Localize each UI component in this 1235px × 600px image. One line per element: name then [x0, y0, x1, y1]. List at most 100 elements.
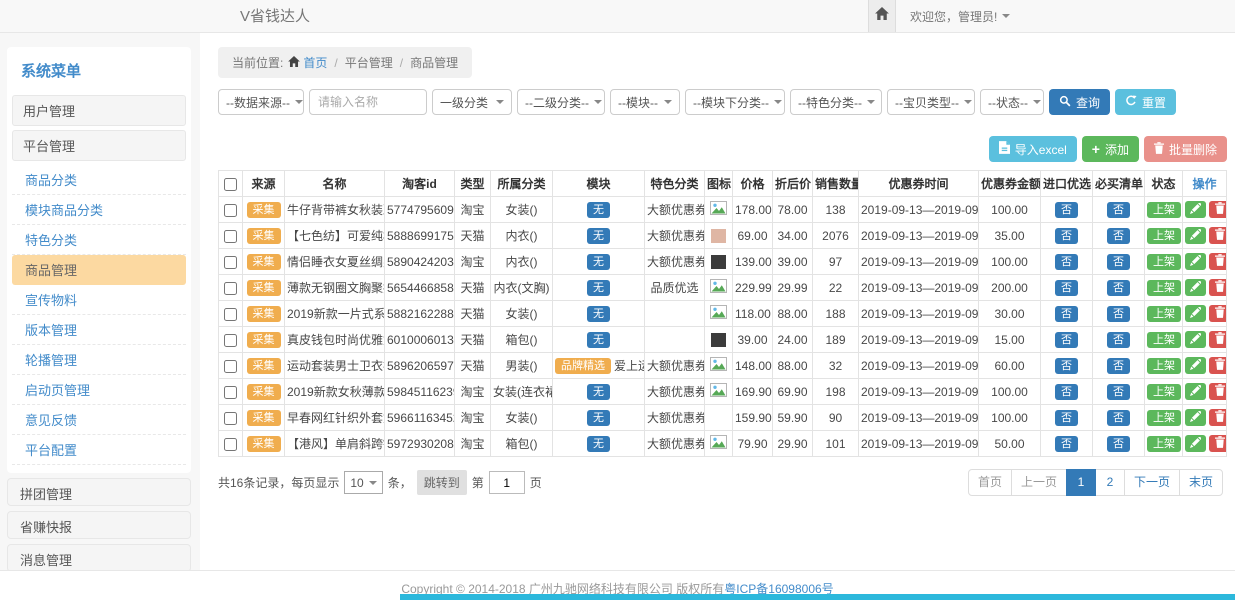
- sidebar-section-item[interactable]: 平台管理: [12, 130, 186, 161]
- sidebar-item-sub[interactable]: 轮播管理: [12, 345, 186, 375]
- page-button-下一页[interactable]: 下一页: [1124, 469, 1180, 496]
- edit-button[interactable]: [1185, 305, 1206, 322]
- must-buy-toggle-badge[interactable]: 否: [1107, 228, 1130, 244]
- row-checkbox[interactable]: [224, 308, 237, 321]
- status-badge[interactable]: 上架: [1147, 410, 1181, 426]
- jump-button[interactable]: 跳转到: [417, 470, 467, 495]
- import-excel-button[interactable]: 导入excel: [989, 136, 1077, 162]
- filter-select[interactable]: --模块--: [610, 89, 680, 115]
- row-checkbox[interactable]: [224, 230, 237, 243]
- row-checkbox[interactable]: [224, 282, 237, 295]
- filter-select[interactable]: 一级分类: [432, 89, 512, 115]
- filter-select[interactable]: --模块下分类--: [685, 89, 785, 115]
- edit-button[interactable]: [1185, 331, 1206, 348]
- status-badge[interactable]: 上架: [1147, 280, 1181, 296]
- row-checkbox[interactable]: [224, 360, 237, 373]
- row-checkbox[interactable]: [224, 334, 237, 347]
- imported-toggle-badge[interactable]: 否: [1055, 332, 1078, 348]
- delete-button[interactable]: [1209, 383, 1227, 400]
- filter-select[interactable]: --宝贝类型--: [887, 89, 975, 115]
- delete-button[interactable]: [1209, 227, 1227, 244]
- filter-select[interactable]: --二级分类--: [517, 89, 605, 115]
- sidebar-section-item[interactable]: 省赚快报: [7, 511, 191, 539]
- status-badge[interactable]: 上架: [1147, 228, 1181, 244]
- delete-button[interactable]: [1209, 279, 1227, 296]
- must-buy-toggle-badge[interactable]: 否: [1107, 410, 1130, 426]
- row-checkbox[interactable]: [224, 204, 237, 217]
- page-button-2[interactable]: 2: [1095, 469, 1125, 496]
- must-buy-toggle-badge[interactable]: 否: [1107, 254, 1130, 270]
- imported-toggle-badge[interactable]: 否: [1055, 254, 1078, 270]
- row-checkbox[interactable]: [224, 386, 237, 399]
- status-badge[interactable]: 上架: [1147, 254, 1181, 270]
- edit-button[interactable]: [1185, 409, 1206, 426]
- filter-select[interactable]: --特色分类--: [790, 89, 882, 115]
- jump-page-input[interactable]: [489, 471, 525, 494]
- search-button[interactable]: 查询: [1049, 89, 1110, 115]
- status-badge[interactable]: 上架: [1147, 202, 1181, 218]
- must-buy-toggle-badge[interactable]: 否: [1107, 384, 1130, 400]
- name-search-input[interactable]: [309, 89, 427, 115]
- imported-toggle-badge[interactable]: 否: [1055, 436, 1078, 452]
- sidebar-item-sub[interactable]: 模块商品分类: [12, 195, 186, 225]
- row-checkbox[interactable]: [224, 412, 237, 425]
- sidebar-item-sub[interactable]: 启动页管理: [12, 375, 186, 405]
- user-menu[interactable]: 欢迎您，管理员!: [910, 8, 1010, 25]
- edit-button[interactable]: [1185, 253, 1206, 270]
- select-all-checkbox[interactable]: [224, 178, 237, 191]
- sidebar-item-sub[interactable]: 特色分类: [12, 225, 186, 255]
- edit-button[interactable]: [1185, 435, 1206, 452]
- sidebar-item-sub[interactable]: 平台配置: [12, 435, 186, 465]
- must-buy-toggle-badge[interactable]: 否: [1107, 436, 1130, 452]
- edit-button[interactable]: [1185, 357, 1206, 374]
- must-buy-toggle-badge[interactable]: 否: [1107, 332, 1130, 348]
- edit-button[interactable]: [1185, 383, 1206, 400]
- sidebar-item-sub[interactable]: 意见反馈: [12, 405, 186, 435]
- edit-button[interactable]: [1185, 227, 1206, 244]
- sidebar-item-active[interactable]: 商品管理: [12, 255, 186, 285]
- delete-button[interactable]: [1209, 409, 1227, 426]
- edit-button[interactable]: [1185, 279, 1206, 296]
- sidebar-section-item[interactable]: 用户管理: [12, 95, 186, 126]
- must-buy-toggle-badge[interactable]: 否: [1107, 306, 1130, 322]
- delete-button[interactable]: [1209, 201, 1227, 218]
- add-button[interactable]: + 添加: [1082, 136, 1139, 162]
- status-badge[interactable]: 上架: [1147, 384, 1181, 400]
- page-button-1[interactable]: 1: [1066, 469, 1096, 496]
- sidebar-section-item[interactable]: 拼团管理: [7, 478, 191, 506]
- breadcrumb-link[interactable]: 首页: [288, 54, 327, 71]
- reset-button[interactable]: 重置: [1115, 89, 1176, 115]
- batch-delete-button[interactable]: 批量删除: [1144, 136, 1227, 162]
- home-button[interactable]: [868, 0, 896, 32]
- imported-toggle-badge[interactable]: 否: [1055, 306, 1078, 322]
- imported-toggle-badge[interactable]: 否: [1055, 410, 1078, 426]
- status-badge[interactable]: 上架: [1147, 332, 1181, 348]
- status-badge[interactable]: 上架: [1147, 358, 1181, 374]
- imported-toggle-badge[interactable]: 否: [1055, 228, 1078, 244]
- delete-button[interactable]: [1209, 357, 1227, 374]
- imported-toggle-badge[interactable]: 否: [1055, 202, 1078, 218]
- must-buy-toggle-badge[interactable]: 否: [1107, 280, 1130, 296]
- sidebar-section-item[interactable]: 消息管理: [7, 544, 191, 570]
- filter-select[interactable]: --状态--: [980, 89, 1044, 115]
- delete-button[interactable]: [1209, 331, 1227, 348]
- must-buy-toggle-badge[interactable]: 否: [1107, 358, 1130, 374]
- edit-button[interactable]: [1185, 201, 1206, 218]
- sidebar-item-sub[interactable]: 商品分类: [12, 165, 186, 195]
- status-badge[interactable]: 上架: [1147, 436, 1181, 452]
- sidebar-item-sub[interactable]: 宣传物料: [12, 285, 186, 315]
- per-page-select[interactable]: 10: [344, 471, 382, 494]
- delete-button[interactable]: [1209, 305, 1227, 322]
- delete-button[interactable]: [1209, 435, 1227, 452]
- imported-toggle-badge[interactable]: 否: [1055, 384, 1078, 400]
- delete-button[interactable]: [1209, 253, 1227, 270]
- sidebar-item-sub[interactable]: 版本管理: [12, 315, 186, 345]
- must-buy-toggle-badge[interactable]: 否: [1107, 202, 1130, 218]
- status-badge[interactable]: 上架: [1147, 306, 1181, 322]
- imported-toggle-badge[interactable]: 否: [1055, 280, 1078, 296]
- page-button-末页[interactable]: 末页: [1179, 469, 1223, 496]
- row-checkbox[interactable]: [224, 256, 237, 269]
- imported-toggle-badge[interactable]: 否: [1055, 358, 1078, 374]
- filter-select[interactable]: --数据来源--: [218, 89, 304, 115]
- row-checkbox[interactable]: [224, 438, 237, 451]
